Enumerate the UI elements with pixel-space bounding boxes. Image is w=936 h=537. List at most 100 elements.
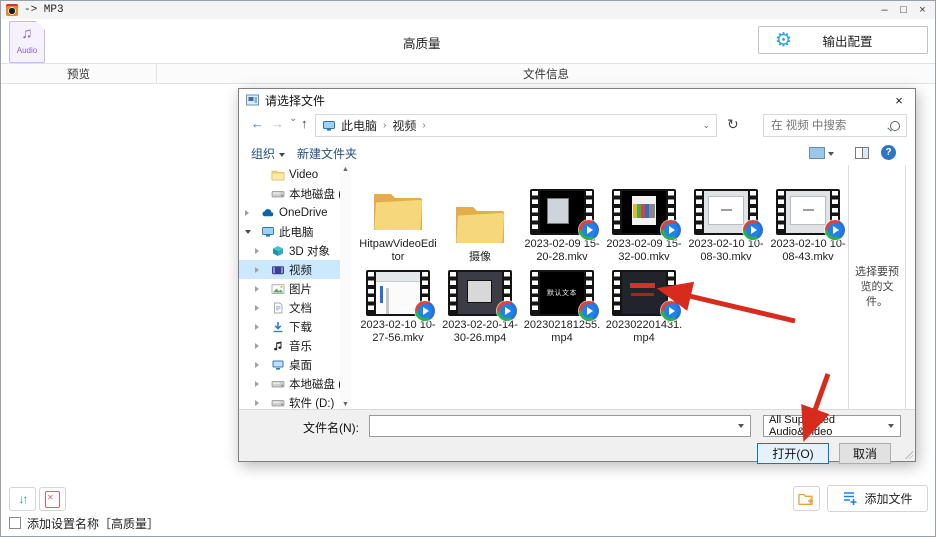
chevron-right-icon[interactable] <box>245 210 249 216</box>
filmstrip-holes <box>532 191 538 233</box>
disk-icon <box>271 397 285 409</box>
file-name-label: 202302181255.mp4 <box>522 319 602 345</box>
resize-grip[interactable] <box>905 451 913 459</box>
play-overlay-icon[interactable] <box>661 301 681 321</box>
cancel-button[interactable]: 取消 <box>839 443 891 464</box>
filmstrip-holes <box>532 272 538 314</box>
back-icon[interactable]: ← <box>251 116 264 131</box>
play-overlay-icon[interactable] <box>825 220 845 240</box>
search-input[interactable] <box>764 115 906 136</box>
sidebar-item[interactable]: 音乐 <box>239 336 351 355</box>
preview-pane-toggle-icon[interactable] <box>855 147 869 159</box>
new-folder-button[interactable]: 新建文件夹 <box>297 145 357 162</box>
history-dropdown-icon[interactable]: ⌄ <box>289 113 297 124</box>
sidebar-item[interactable]: 视频 <box>239 260 351 279</box>
sidebar-item-label: 此电脑 <box>279 224 314 240</box>
tab-preview[interactable]: 预览 <box>1 64 157 83</box>
maximize-button[interactable]: □ <box>895 4 912 16</box>
file-name-label: 2023-02-20-14-30-26.mp4 <box>440 319 520 345</box>
chevron-right-icon[interactable] <box>255 286 259 292</box>
sidebar-item[interactable]: 图片 <box>239 279 351 298</box>
output-config-button[interactable]: ⚙ 输出配置 <box>758 26 928 54</box>
sidebar-item[interactable]: 桌面 <box>239 355 351 374</box>
sidebar-item[interactable]: 软件 (D:) <box>239 393 351 409</box>
sidebar-item[interactable]: 此电脑 <box>239 222 351 241</box>
play-overlay-icon[interactable] <box>579 220 599 240</box>
folder-item[interactable]: 摄像 <box>439 167 521 264</box>
sidebar-item[interactable]: 3D 对象 <box>239 241 351 260</box>
scroll-up-icon[interactable]: ▲ <box>342 166 349 173</box>
chevron-right-icon[interactable] <box>255 248 259 254</box>
file-item[interactable]: 202302201431.mp4 <box>603 271 685 345</box>
view-mode-icon[interactable] <box>809 147 825 159</box>
chevron-right-icon[interactable] <box>255 267 259 273</box>
dialog-icon <box>246 94 259 106</box>
breadcrumb-videos[interactable]: 视频 <box>392 117 416 134</box>
sidebar-item[interactable]: 本地磁盘 (C:) <box>239 374 351 393</box>
address-dropdown-icon[interactable]: ⌄ <box>702 120 710 131</box>
play-overlay-icon[interactable] <box>579 301 599 321</box>
file-item[interactable]: 2023-02-10 10-08-43.mkv <box>767 167 849 264</box>
sidebar-item[interactable]: 文档 <box>239 298 351 317</box>
sidebar-item[interactable]: Video <box>239 165 351 184</box>
folder-item[interactable]: HitpawVideoEditor <box>357 167 439 264</box>
file-item[interactable]: 2023-02-09 15-20-28.mkv <box>521 167 603 264</box>
organize-menu[interactable]: 组织 <box>251 145 285 162</box>
chevron-right-icon[interactable] <box>255 362 259 368</box>
forward-icon[interactable]: → <box>271 116 284 131</box>
sidebar-scrollbar[interactable]: ▲ ▼ <box>340 165 351 409</box>
chevron-right-icon[interactable] <box>255 305 259 311</box>
filename-label: 文件名(N): <box>303 419 359 436</box>
play-overlay-icon[interactable] <box>661 220 681 240</box>
help-icon[interactable]: ? <box>881 145 896 160</box>
filmstrip-holes <box>614 272 620 314</box>
refresh-icon[interactable]: ↻ <box>727 116 739 133</box>
play-overlay-icon[interactable] <box>415 301 435 321</box>
filetype-select[interactable]: All Supported Audio&Video <box>763 415 901 437</box>
file-item[interactable]: 2023-02-09 15-32-00.mkv <box>603 167 685 264</box>
file-name-label: 2023-02-09 15-20-28.mkv <box>522 238 602 264</box>
scroll-down-icon[interactable]: ▼ <box>342 401 349 408</box>
search-box[interactable] <box>763 114 907 137</box>
sidebar-item[interactable]: 下载 <box>239 317 351 336</box>
chevron-right-icon[interactable] <box>255 400 259 406</box>
filmstrip-holes <box>368 272 374 314</box>
add-folder-button[interactable] <box>793 486 820 511</box>
tab-file-info[interactable]: 文件信息 <box>157 64 935 83</box>
video-thumbnail <box>612 270 676 316</box>
sidebar-item-label: Video <box>289 169 318 181</box>
breadcrumb-this-pc[interactable]: 此电脑 <box>341 117 377 134</box>
dialog-close-button[interactable]: × <box>883 89 915 111</box>
address-bar[interactable]: 此电脑 › 视频 › ⌄ <box>315 114 717 137</box>
chevron-right-icon[interactable] <box>255 324 259 330</box>
close-button[interactable]: × <box>914 4 931 16</box>
chevron-down-icon[interactable] <box>245 230 251 234</box>
file-item[interactable]: 2023-02-10 10-08-30.mkv <box>685 167 767 264</box>
delete-file-icon <box>45 491 60 508</box>
play-overlay-icon[interactable] <box>743 220 763 240</box>
file-item[interactable]: 2023-02-20-14-30-26.mp4 <box>439 271 521 345</box>
play-overlay-icon[interactable] <box>497 301 517 321</box>
chevron-right-icon[interactable] <box>255 381 259 387</box>
filename-input[interactable] <box>370 416 750 436</box>
file-open-dialog: 请选择文件 × ← → ⌄ ↑ 此电脑 › 视频 › ⌄ ↻ 组织 新建文件夹 … <box>238 88 916 462</box>
folder-icon <box>271 169 285 181</box>
thumbnail-image: 默认文本 <box>540 272 584 314</box>
sort-files-button[interactable]: ↓↑ <box>9 487 36 511</box>
add-file-button[interactable]: 添加文件 <box>827 485 928 512</box>
filename-combobox[interactable] <box>369 415 751 437</box>
audio-format-card[interactable]: ♫ Audio <box>9 21 45 63</box>
remove-file-button[interactable] <box>39 487 66 511</box>
file-item[interactable]: 默认文本 202302181255.mp4 <box>521 271 603 345</box>
combo-arrow-icon[interactable] <box>738 424 744 428</box>
up-icon[interactable]: ↑ <box>301 116 308 131</box>
open-button[interactable]: 打开(O) <box>757 443 829 464</box>
add-name-checkbox[interactable] <box>9 517 21 529</box>
sort-arrows-icon: ↓↑ <box>19 492 27 506</box>
add-folder-icon <box>798 492 815 506</box>
sidebar-item[interactable]: 本地磁盘 (C:) <box>239 184 351 203</box>
chevron-right-icon[interactable] <box>255 343 259 349</box>
file-item[interactable]: 2023-02-10 10-27-56.mkv <box>357 271 439 345</box>
sidebar-item[interactable]: OneDrive <box>239 203 351 222</box>
minimize-button[interactable]: – <box>876 4 893 16</box>
